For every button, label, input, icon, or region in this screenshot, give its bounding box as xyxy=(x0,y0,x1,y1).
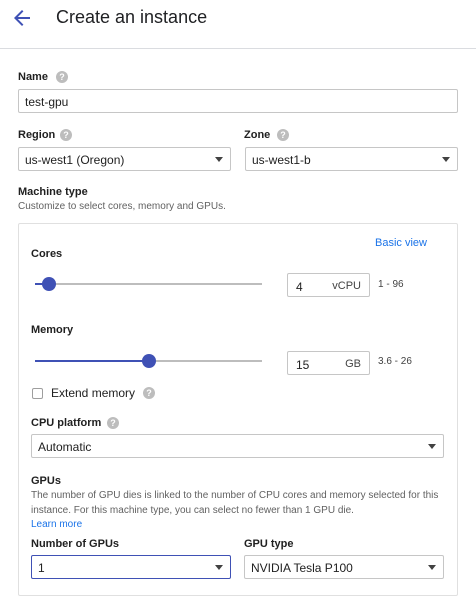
header-bar: Create an instance xyxy=(0,0,476,49)
zone-select[interactable]: us-west1-b xyxy=(245,147,458,171)
gpus-description: The number of GPU dies is linked to the … xyxy=(31,488,446,518)
gpu-type-select[interactable]: NVIDIA Tesla P100 xyxy=(244,555,444,579)
number-of-gpus-select[interactable]: 1 xyxy=(31,555,231,579)
arrow-back-icon[interactable] xyxy=(10,6,34,30)
cores-unit: vCPU xyxy=(332,280,361,292)
cpu-platform-value: Automatic xyxy=(38,440,92,454)
cores-range: 1 - 96 xyxy=(378,279,404,290)
number-of-gpus-value: 1 xyxy=(38,561,45,575)
zone-label: Zone xyxy=(244,129,271,141)
cpu-platform-label: CPU platform xyxy=(31,417,102,429)
machine-type-description: Customize to select cores, memory and GP… xyxy=(18,201,226,212)
memory-range: 3.6 - 26 xyxy=(378,356,412,367)
memory-value: 15 xyxy=(296,358,310,372)
name-label: Name xyxy=(18,71,48,83)
extend-memory-checkbox[interactable] xyxy=(32,388,43,399)
memory-unit: GB xyxy=(345,358,361,370)
chevron-down-icon xyxy=(215,157,223,162)
cores-slider-thumb[interactable] xyxy=(41,277,56,291)
gpus-label: GPUs xyxy=(31,475,61,487)
memory-slider[interactable] xyxy=(35,353,262,369)
extend-memory-label: Extend memory xyxy=(51,386,136,400)
region-value: us-west1 (Oregon) xyxy=(25,153,125,167)
cores-input[interactable]: 4 vCPU xyxy=(287,273,370,297)
cpu-platform-select[interactable]: Automatic xyxy=(31,434,444,458)
number-of-gpus-label: Number of GPUs xyxy=(31,538,120,550)
memory-label: Memory xyxy=(31,324,74,336)
learn-more-link[interactable]: Learn more xyxy=(31,519,82,530)
page-title: Create an instance xyxy=(56,7,208,27)
machine-type-label: Machine type xyxy=(18,186,88,198)
help-icon[interactable]: ? xyxy=(60,129,72,141)
region-label: Region xyxy=(18,129,56,141)
help-icon[interactable]: ? xyxy=(143,387,155,399)
zone-value: us-west1-b xyxy=(252,153,311,167)
gpus-description-text: The number of GPU dies is linked to the … xyxy=(31,490,439,516)
memory-input[interactable]: 15 GB xyxy=(287,351,370,375)
help-icon[interactable]: ? xyxy=(56,71,68,83)
memory-slider-thumb[interactable] xyxy=(141,354,156,368)
gpu-type-label: GPU type xyxy=(244,538,294,550)
chevron-down-icon xyxy=(215,565,223,570)
help-icon[interactable]: ? xyxy=(107,417,119,429)
name-input[interactable]: test-gpu xyxy=(18,89,458,113)
chevron-down-icon xyxy=(428,565,436,570)
cores-slider[interactable] xyxy=(35,276,262,292)
chevron-down-icon xyxy=(442,157,450,162)
chevron-down-icon xyxy=(428,444,436,449)
cores-label: Cores xyxy=(31,248,63,260)
basic-view-link[interactable]: Basic view xyxy=(375,237,427,249)
region-select[interactable]: us-west1 (Oregon) xyxy=(18,147,231,171)
help-icon[interactable]: ? xyxy=(277,129,289,141)
cores-value: 4 xyxy=(296,280,303,294)
gpu-type-value: NVIDIA Tesla P100 xyxy=(251,561,353,575)
